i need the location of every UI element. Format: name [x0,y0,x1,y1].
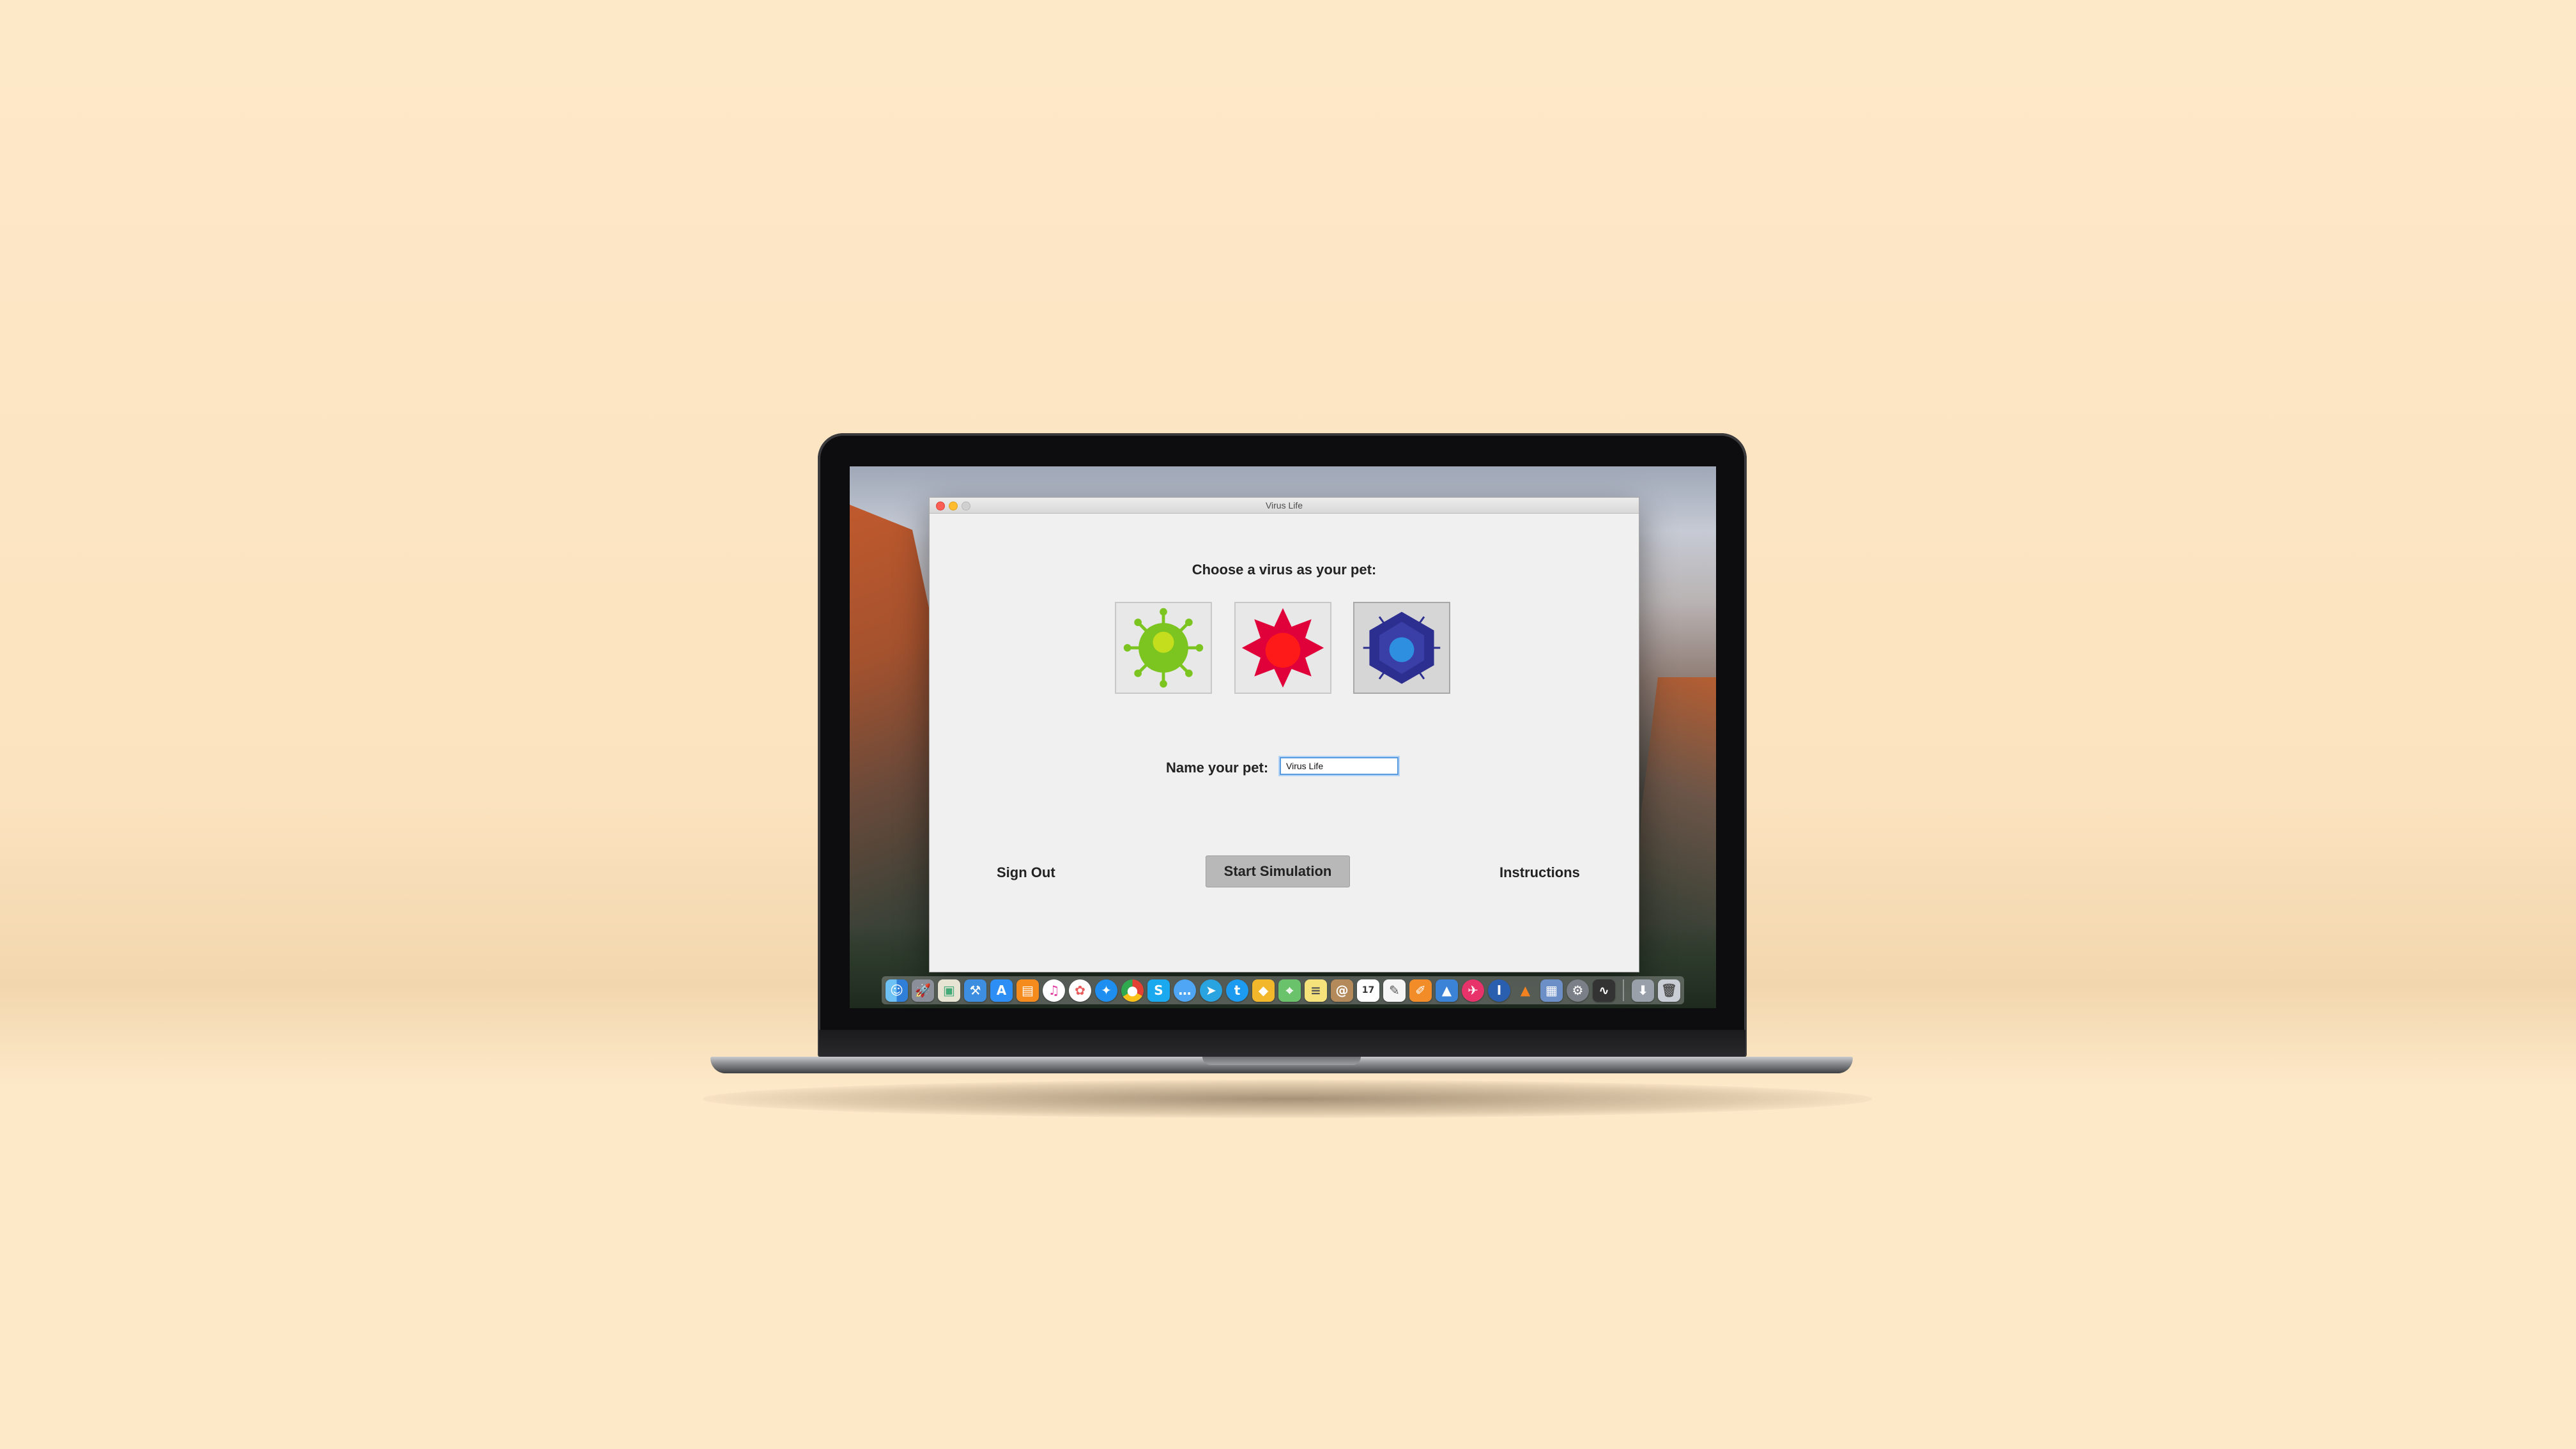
green-virus-icon [1123,608,1204,688]
finder-icon[interactable]: ☺ [885,979,908,1002]
instructions-button[interactable]: Instructions [1499,864,1580,881]
laptop-bezel-chin [819,1030,1745,1058]
preview-icon[interactable]: ▣ [938,979,960,1002]
itunes-icon[interactable]: ♫ [1043,979,1065,1002]
textedit-icon[interactable]: ✎ [1383,979,1406,1002]
app-store-icon[interactable]: A [990,979,1013,1002]
blue-virus-icon [1363,611,1441,684]
twitter-icon[interactable]: t [1226,979,1248,1002]
red-virus-option[interactable] [1234,602,1331,694]
green-virus-option[interactable] [1115,602,1212,694]
pet-name-label: Name your pet: [1166,760,1269,776]
window-title: Virus Life [1265,500,1303,510]
ibooks-icon[interactable]: ▤ [1016,979,1039,1002]
blue-virus-option[interactable] [1353,602,1450,694]
trash-icon[interactable]: 🗑 [1658,979,1680,1002]
chrome-icon[interactable]: ● [1121,979,1144,1002]
virus-choice-prompt: Choose a virus as your pet: [1192,562,1377,578]
airmail-icon[interactable]: ✈ [1462,979,1484,1002]
launchpad-icon[interactable]: 🚀 [912,979,934,1002]
messages-icon[interactable]: … [1174,979,1196,1002]
laptop-shadow [703,1080,1872,1118]
window-titlebar[interactable]: Virus Life [930,498,1639,514]
maps-icon[interactable]: ⌖ [1278,979,1301,1002]
pages-icon[interactable]: ✐ [1409,979,1432,1002]
dock-separator [1623,979,1624,1001]
vlc-icon[interactable]: ▲ [1514,979,1537,1002]
xcode-icon[interactable]: ⚒ [964,979,986,1002]
system-preferences-icon[interactable]: ⚙ [1567,979,1589,1002]
photos-icon[interactable]: ✿ [1069,979,1091,1002]
sign-out-button[interactable]: Sign Out [997,864,1055,881]
laptop-opening-notch [1202,1057,1361,1065]
mission-control-icon[interactable]: ▦ [1540,979,1563,1002]
telegram-icon[interactable]: ➤ [1200,979,1222,1002]
safari-icon[interactable]: ✦ [1095,979,1117,1002]
dock: ☺ 🚀 ▣ ⚒ A ▤ ♫ ✿ ✦ ● S … ➤ t ◆ ⌖ ≡ @ 17 ✎… [882,976,1684,1004]
1password-icon[interactable]: Ⅰ [1488,979,1510,1002]
sketch-icon[interactable]: ◆ [1252,979,1275,1002]
skype-icon[interactable]: S [1147,979,1170,1002]
notes-icon[interactable]: ≡ [1305,979,1327,1002]
keynote-icon[interactable]: ▲ [1436,979,1458,1002]
red-virus-icon [1241,608,1324,688]
calendar-day: 17 [1361,985,1375,995]
pet-name-input[interactable] [1280,757,1399,775]
downloads-icon[interactable]: ⬇ [1632,979,1654,1002]
activity-monitor-icon[interactable]: ∿ [1593,979,1615,1002]
laptop-screen: Virus Life Choose a virus as your pet: N… [850,466,1716,1008]
start-simulation-button[interactable]: Start Simulation [1206,855,1350,887]
contacts-icon[interactable]: @ [1331,979,1353,1002]
app-window: Virus Life Choose a virus as your pet: N… [929,497,1639,972]
calendar-icon[interactable]: 17 [1357,979,1379,1002]
